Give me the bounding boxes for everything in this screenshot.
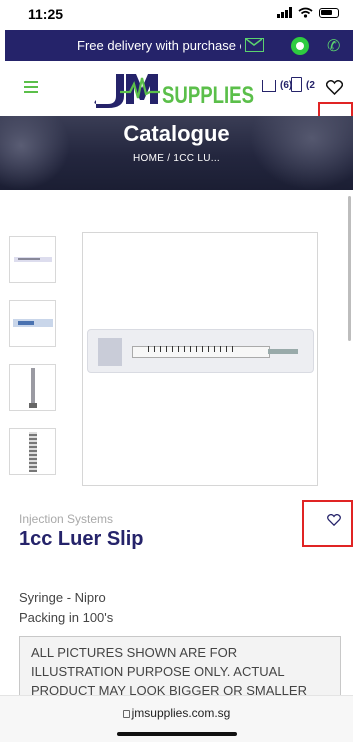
phone-icon[interactable]: ✆ [327,36,340,56]
mail-icon[interactable] [245,38,264,52]
thumbnail-1[interactable] [9,236,56,283]
url-text: jmsupplies.com.sg [0,706,353,720]
scrollbar[interactable] [348,196,351,341]
home-indicator[interactable] [117,732,237,736]
notice-text: ALL PICTURES SHOWN ARE FOR ILLUSTRATION … [31,645,307,698]
illustration-notice: ALL PICTURES SHOWN ARE FOR ILLUSTRATION … [19,636,341,700]
status-icons [277,7,339,18]
site-logo[interactable]: SUPPLIES [90,70,258,109]
url-label: jmsupplies.com.sg [131,706,231,720]
status-bar: 11:25 [0,0,353,30]
product-category[interactable]: Injection Systems [19,512,113,526]
thumbnail-3[interactable] [9,364,56,411]
wifi-icon [298,7,313,18]
promo-text: Free delivery with purchase o [77,38,241,53]
promo-bar: Free delivery with purchase o ✆ [5,30,353,61]
lock-icon [122,710,130,718]
browser-url-bar[interactable]: jmsupplies.com.sg [0,695,353,742]
page-title: Catalogue [123,121,230,146]
document-icon[interactable] [291,77,302,92]
whatsapp-icon[interactable] [291,37,309,55]
quote-count: (2 [306,80,315,91]
breadcrumb[interactable]: HOME / 1CC LU... [0,153,353,164]
cart-icon[interactable] [262,80,276,92]
product-image[interactable] [82,232,318,486]
battery-icon [319,7,339,18]
heart-icon[interactable] [326,80,343,95]
signal-icon [277,7,292,18]
status-time: 11:25 [28,6,64,22]
product-description-line: Syringe - Nipro [19,590,106,605]
site-header: SUPPLIES (6) (2 [0,61,353,116]
product-packing-line: Packing in 100's [19,610,114,625]
product-title: 1cc Luer Slip [19,528,144,550]
syringe-package [87,329,314,373]
thumbnail-4[interactable] [9,428,56,475]
heart-icon[interactable] [327,514,341,526]
menu-icon[interactable] [24,81,38,93]
thumbnail-2[interactable] [9,300,56,347]
logo-wordmark: SUPPLIES [162,82,254,108]
catalogue-banner: Catalogue HOME / 1CC LU... [0,116,353,190]
